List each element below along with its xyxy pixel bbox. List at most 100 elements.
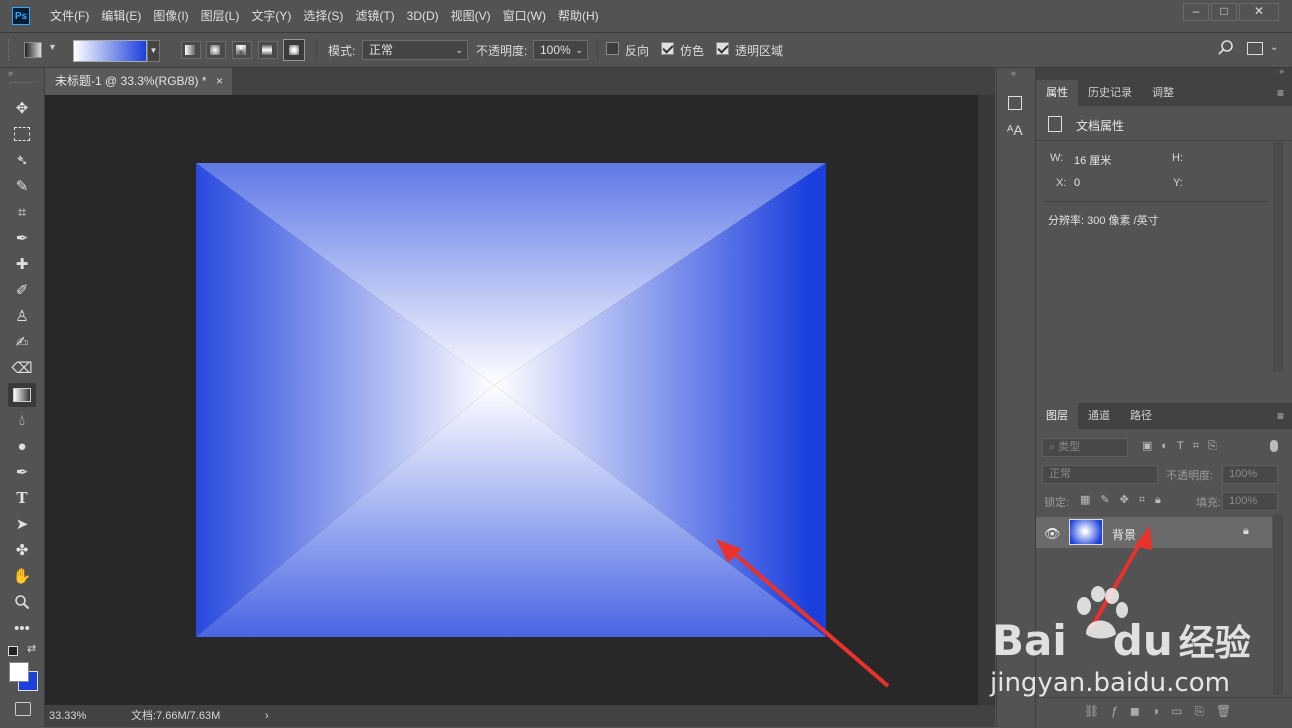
menu-select[interactable]: 选择(S)	[297, 0, 349, 32]
dodge-tool-icon[interactable]: ●	[10, 435, 34, 457]
zoom-tool-icon[interactable]	[10, 591, 34, 613]
layers-menu-icon[interactable]: ≡	[1277, 409, 1284, 423]
marquee-tool-icon[interactable]	[10, 123, 34, 145]
menu-help[interactable]: 帮助(H)	[552, 0, 605, 32]
linear-gradient-icon[interactable]	[181, 41, 201, 59]
pen-tool-icon[interactable]: ✒	[10, 461, 34, 483]
maximize-button[interactable]: □	[1211, 3, 1237, 21]
diamond-gradient-icon[interactable]	[283, 39, 305, 61]
workspace-icon[interactable]	[1247, 42, 1263, 55]
watermark-url: jingyan.baidu.com	[990, 668, 1230, 698]
brush-tool-icon[interactable]: ✐	[10, 279, 34, 301]
custom-shape-tool-icon[interactable]: ✤	[10, 539, 34, 561]
menu-filter[interactable]: 滤镜(T)	[349, 0, 400, 32]
properties-tabs: 属性 历史记录 调整	[1036, 80, 1292, 106]
dither-checkbox[interactable]	[661, 42, 674, 55]
angle-gradient-icon[interactable]	[232, 41, 252, 59]
menu-view[interactable]: 视图(V)	[445, 0, 497, 32]
gradient-tool-preset-icon[interactable]	[24, 42, 42, 58]
tab-layers[interactable]: 图层	[1036, 403, 1078, 429]
tab-history[interactable]: 历史记录	[1078, 80, 1142, 106]
reverse-checkbox[interactable]	[606, 42, 619, 55]
workspace-chevron-down-icon[interactable]: ⌄	[1270, 42, 1278, 53]
mode-select[interactable]: 正常 ⌄	[362, 40, 468, 60]
opacity-input[interactable]: 100% ⌄	[533, 40, 588, 60]
minimize-button[interactable]: –	[1183, 3, 1209, 21]
document-tab[interactable]: 未标题-1 @ 33.3%(RGB/8) * ×	[45, 68, 232, 95]
tab-channels[interactable]: 通道	[1078, 403, 1120, 429]
character-panel-icon[interactable]: ᴬA	[1007, 122, 1023, 138]
width-value[interactable]: 16 厘米	[1074, 152, 1111, 168]
layer-opacity-input[interactable]: 100%	[1222, 465, 1278, 484]
tab-paths[interactable]: 路径	[1120, 403, 1162, 429]
panel-collapse-icon[interactable]: »	[1279, 66, 1284, 76]
diamond-gradient-image	[196, 163, 826, 637]
clone-stamp-tool-icon[interactable]: ♙	[10, 305, 34, 327]
menu-type[interactable]: 文字(Y)	[245, 0, 297, 32]
panel-menu-icon[interactable]: ≡	[1277, 86, 1284, 100]
dock-collapse-icon[interactable]: «	[1011, 68, 1016, 78]
menu-image[interactable]: 图像(I)	[147, 0, 194, 32]
more-tools-icon[interactable]: •••	[10, 617, 34, 639]
collapse-icon[interactable]: »	[8, 68, 13, 78]
fill-input[interactable]: 100%	[1222, 492, 1278, 511]
menu-window[interactable]: 窗口(W)	[497, 0, 552, 32]
opacity-value: 100%	[540, 43, 571, 57]
crop-tool-icon[interactable]: ⌗	[10, 201, 34, 223]
move-tool-icon[interactable]: ✥	[10, 97, 34, 119]
close-button[interactable]: ✕	[1239, 3, 1279, 21]
document-size-info: 文档:7.66M/7.63M	[131, 710, 221, 722]
chevron-down-icon: ⌄	[455, 45, 463, 55]
swap-colors-icon[interactable]: ⇄	[27, 642, 36, 655]
blend-mode-value: 正常	[1049, 468, 1071, 480]
menu-3d[interactable]: 3D(D)	[401, 0, 445, 32]
hand-tool-icon[interactable]: ✋	[10, 565, 34, 587]
reflected-gradient-icon[interactable]	[258, 41, 278, 59]
lasso-tool-icon[interactable]: ➴	[10, 149, 34, 171]
quick-mask-icon[interactable]	[15, 702, 31, 716]
tab-properties[interactable]: 属性	[1036, 80, 1078, 106]
foreground-color-swatch[interactable]	[9, 662, 29, 682]
close-tab-icon[interactable]: ×	[216, 68, 223, 95]
menu-file[interactable]: 文件(F)	[44, 0, 95, 32]
brand-text: Bai	[992, 616, 1067, 665]
preset-chevron-down-icon[interactable]: ▼	[48, 42, 57, 52]
properties-panel: 属性 历史记录 调整 ≡ 文档属性 W: 16 厘米 H: X: 0 Y: 分辨…	[1036, 80, 1292, 400]
default-colors-icon[interactable]	[8, 646, 18, 656]
search-icon[interactable]	[1217, 39, 1235, 61]
tab-adjustments[interactable]: 调整	[1142, 80, 1184, 106]
type-tool-icon[interactable]: T	[10, 487, 34, 509]
status-bar: 33.33% 文档:7.66M/7.63M ›	[45, 705, 995, 727]
properties-panel-icon[interactable]	[1008, 96, 1022, 110]
blend-mode-select[interactable]: 正常	[1042, 465, 1158, 484]
transparency-checkbox[interactable]	[716, 42, 729, 55]
menu-edit[interactable]: 编辑(E)	[95, 0, 147, 32]
visibility-eye-icon[interactable]: 👁︎	[1044, 526, 1061, 542]
status-menu-arrow-icon[interactable]: ›	[265, 705, 269, 727]
filter-toggle-icon[interactable]	[1270, 440, 1278, 452]
layer-filter-icons[interactable]: ▣◐T⌗⎘	[1142, 439, 1226, 453]
properties-scrollbar[interactable]	[1273, 142, 1283, 372]
lock-icons[interactable]: ▦✎✥⌗🔒︎	[1080, 493, 1171, 507]
radial-gradient-icon[interactable]	[206, 41, 226, 59]
blur-tool-icon[interactable]: 💧︎	[10, 409, 34, 431]
gradient-picker[interactable]	[73, 40, 147, 62]
layer-row-background[interactable]: 👁︎ 背景 🔒︎	[1036, 517, 1272, 548]
history-brush-tool-icon[interactable]: ✍	[10, 331, 34, 353]
gradient-tool-icon[interactable]	[8, 383, 36, 407]
eyedropper-tool-icon[interactable]: ✒	[10, 227, 34, 249]
eraser-tool-icon[interactable]: ⌫	[10, 357, 34, 379]
panel-header-strip: »	[1036, 66, 1292, 80]
x-value[interactable]: 0	[1074, 177, 1080, 189]
gradient-chevron-down-icon[interactable]: ▼	[147, 40, 160, 62]
layer-name[interactable]: 背景	[1112, 526, 1136, 543]
section-title: 文档属性	[1076, 119, 1125, 133]
quick-select-tool-icon[interactable]: ✎	[10, 175, 34, 197]
document-canvas[interactable]	[196, 163, 826, 637]
menu-layer[interactable]: 图层(L)	[195, 0, 246, 32]
layer-action-icons[interactable]: ⛓ƒ◼◑▭⎘🗑︎	[1084, 704, 1243, 719]
healing-brush-tool-icon[interactable]: ✚	[10, 253, 34, 275]
layer-filter-select[interactable]: ⌕ 类型	[1042, 438, 1128, 457]
path-selection-tool-icon[interactable]: ➤	[10, 513, 34, 535]
zoom-level[interactable]: 33.33%	[49, 705, 86, 727]
